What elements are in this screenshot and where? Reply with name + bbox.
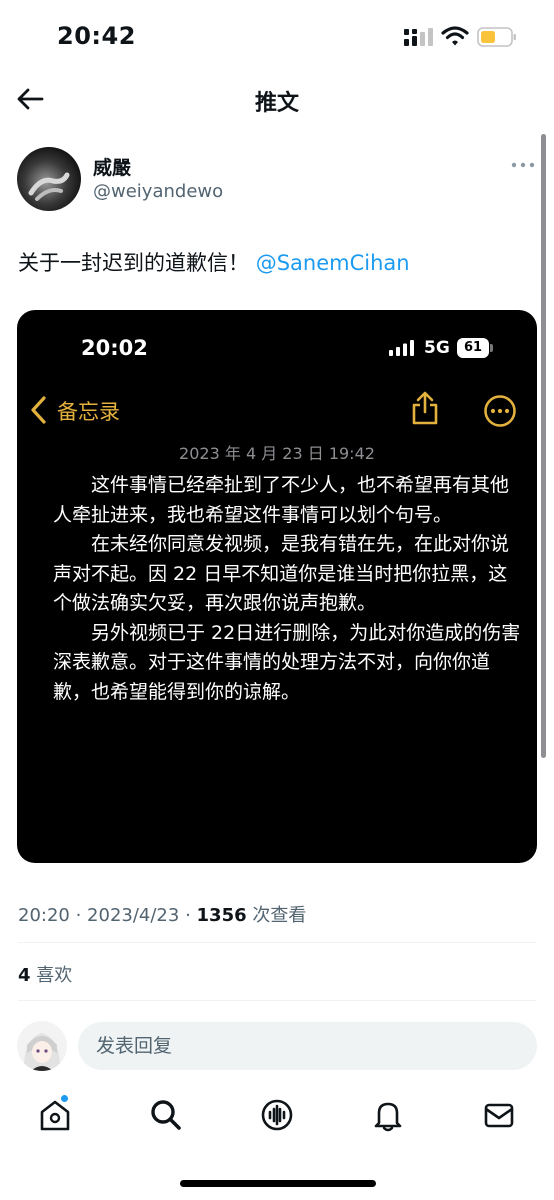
- page-title: 推文: [254, 91, 299, 116]
- tab-messages[interactable]: [481, 1097, 517, 1133]
- view-label: 次查看: [252, 905, 307, 926]
- image-back-label: 备忘录: [57, 400, 120, 424]
- home-icon: [40, 1100, 70, 1131]
- tweet-time: 20:20: [18, 905, 70, 926]
- more-circle-icon: [484, 395, 516, 427]
- tab-home[interactable]: [37, 1094, 73, 1133]
- author-handle[interactable]: @weiyandewo: [93, 181, 223, 202]
- image-status-time: 20:02: [81, 336, 148, 360]
- note-paragraph-3: 另外视频已于 22日进行删除，为此对你造成的伤害深表歉意。对于这件事情的处理方法…: [53, 621, 521, 703]
- chevron-left-icon: [31, 396, 46, 424]
- note-date: 2023 年 4 月 23 日 19:42: [179, 444, 375, 463]
- battery-icon: [477, 27, 516, 47]
- author-name[interactable]: 威嚴: [93, 153, 131, 180]
- image-battery-level: 61: [457, 338, 489, 358]
- reply-input[interactable]: [78, 1022, 537, 1070]
- microphone-icon: [261, 1099, 293, 1131]
- scrollbar[interactable]: [541, 134, 546, 758]
- like-label: 喜欢: [36, 965, 73, 986]
- bell-icon: [374, 1102, 402, 1132]
- cellular-signal-icon: [404, 28, 433, 46]
- share-icon: [412, 391, 438, 425]
- tab-spaces[interactable]: [259, 1097, 295, 1133]
- note-paragraph-2: 在未经你同意发视频，是我有错在先，在此对你说声对不起。因 22 日早不知道你是谁…: [53, 533, 510, 614]
- envelope-icon: [484, 1103, 514, 1128]
- tweet-image[interactable]: 20:02 5G 61 备忘录 2023 年 4 月 23 日 19:42 这件…: [17, 310, 537, 863]
- image-network-label: 5G: [424, 338, 450, 358]
- tab-search[interactable]: [148, 1097, 184, 1133]
- divider: [18, 942, 536, 943]
- view-count: 1356: [196, 905, 247, 926]
- search-icon: [151, 1100, 181, 1130]
- notification-dot: [60, 1094, 69, 1103]
- wifi-icon: [441, 26, 469, 46]
- tab-notifications[interactable]: [370, 1097, 406, 1133]
- image-battery-icon: 61: [457, 338, 493, 358]
- status-bar: 20:42: [0, 0, 554, 75]
- tweet-body: 关于一封迟到的道歉信！: [18, 251, 249, 275]
- image-signal-icon: [389, 340, 414, 356]
- like-count: 4: [18, 965, 31, 986]
- note-paragraph-1: 这件事情已经牵扯到了不少人，也不希望再有其他人牵扯进来，我也希望这件事情可以划个…: [53, 474, 510, 526]
- user-avatar[interactable]: [17, 1021, 67, 1071]
- tweet-text: 关于一封迟到的道歉信！ @SanemCihan: [18, 247, 410, 277]
- status-time: 20:42: [57, 22, 136, 50]
- note-body: 这件事情已经牵扯到了不少人，也不希望再有其他人牵扯进来，我也希望这件事情可以划个…: [53, 471, 523, 707]
- tweet-date: 2023/4/23: [87, 905, 180, 926]
- more-options-icon[interactable]: [510, 156, 536, 174]
- divider: [18, 1000, 536, 1001]
- home-indicator: [180, 1180, 376, 1187]
- mention-link[interactable]: @SanemCihan: [256, 251, 410, 275]
- tweet-meta: 20:20 · 2023/4/23 · 1356 次查看: [18, 905, 307, 926]
- author-avatar[interactable]: [17, 147, 81, 211]
- header: 推文: [0, 75, 554, 125]
- likes-stat[interactable]: 4 喜欢: [18, 961, 72, 987]
